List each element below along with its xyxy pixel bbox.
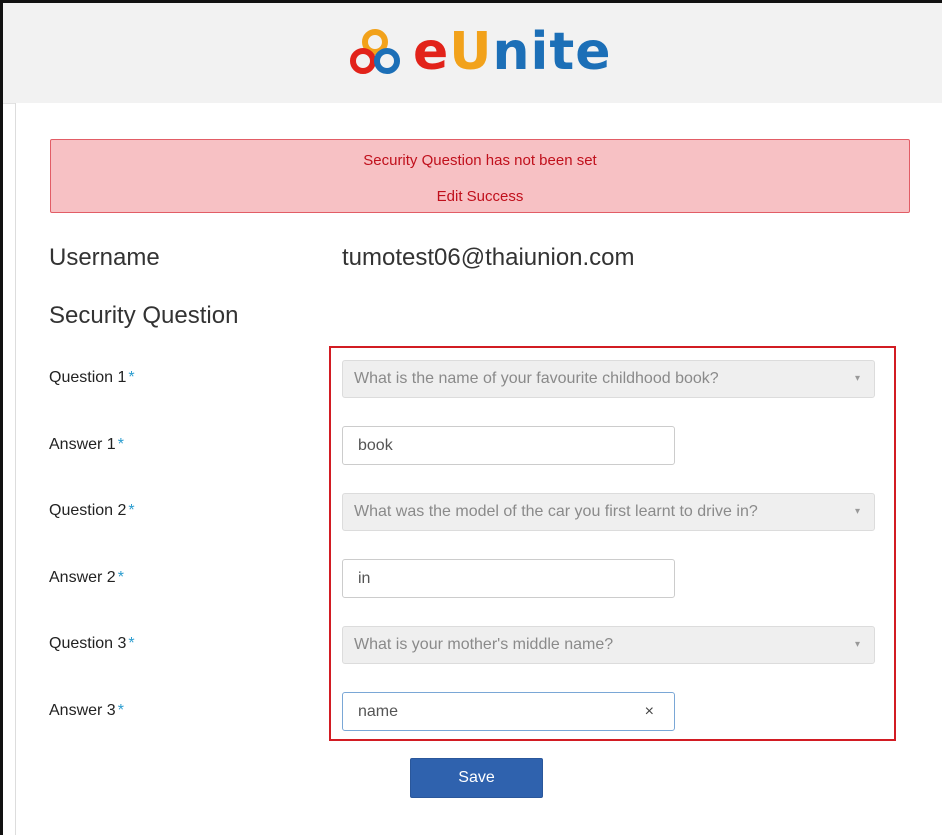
question-3-label: Question 3 * [49, 635, 135, 653]
answer-3-value: name [358, 703, 399, 720]
username-value: tumotest06@thaiunion.com [342, 244, 635, 271]
save-button[interactable]: Save [410, 758, 543, 798]
question-2-select[interactable]: What was the model of the car you first … [342, 493, 875, 531]
answer-1-label-text: Answer 1 [49, 436, 116, 453]
question-2-label-text: Question 2 [49, 502, 127, 519]
logo-letters-nite: nite [492, 22, 612, 82]
required-asterisk: * [117, 436, 124, 453]
eunite-logo[interactable]: eUnite [349, 17, 611, 87]
answer-2-input[interactable]: in [342, 559, 675, 598]
question-2-label: Question 2 * [49, 502, 135, 520]
question-1-label-text: Question 1 [49, 369, 127, 386]
logo-letter-u: U [449, 22, 493, 82]
required-asterisk: * [128, 502, 135, 519]
username-label: Username [49, 244, 160, 271]
alert-message: Security Question has not been set Edit … [50, 139, 910, 213]
question-3-select[interactable]: What is your mother's middle name? ▾ [342, 626, 875, 664]
question-1-label: Question 1 * [49, 369, 135, 387]
eunite-logo-mark-icon [350, 29, 400, 74]
required-asterisk: * [117, 702, 124, 719]
answer-3-input[interactable]: name × [342, 692, 675, 731]
clear-icon[interactable]: × [645, 693, 654, 730]
question-3-label-text: Question 3 [49, 635, 127, 652]
answer-2-label: Answer 2 * [49, 569, 124, 587]
answer-3-label-text: Answer 3 [49, 702, 116, 719]
security-questions-highlight [329, 346, 896, 741]
eunite-logo-text: eUnite [413, 22, 611, 82]
question-2-selected-value: What was the model of the car you first … [354, 503, 758, 520]
required-asterisk: * [128, 369, 135, 386]
answer-3-label: Answer 3 * [49, 702, 124, 720]
answer-1-input[interactable]: book [342, 426, 675, 465]
answer-2-label-text: Answer 2 [49, 569, 116, 586]
chevron-down-icon: ▾ [854, 373, 860, 384]
question-1-select[interactable]: What is the name of your favourite child… [342, 360, 875, 398]
alert-line-security-question: Security Question has not been set [363, 152, 597, 169]
answer-1-label: Answer 1 * [49, 436, 124, 454]
required-asterisk: * [117, 569, 124, 586]
chevron-down-icon: ▾ [854, 639, 860, 650]
alert-line-edit-success: Edit Success [436, 188, 524, 205]
logo-letter-e: e [413, 22, 450, 82]
header-bar: eUnite [3, 3, 942, 104]
required-asterisk: * [128, 635, 135, 652]
answer-1-value: book [358, 437, 393, 454]
question-1-selected-value: What is the name of your favourite child… [354, 370, 719, 387]
chevron-down-icon: ▾ [854, 506, 860, 517]
question-3-selected-value: What is your mother's middle name? [354, 636, 614, 653]
answer-2-value: in [358, 570, 371, 587]
security-question-title: Security Question [49, 302, 239, 329]
